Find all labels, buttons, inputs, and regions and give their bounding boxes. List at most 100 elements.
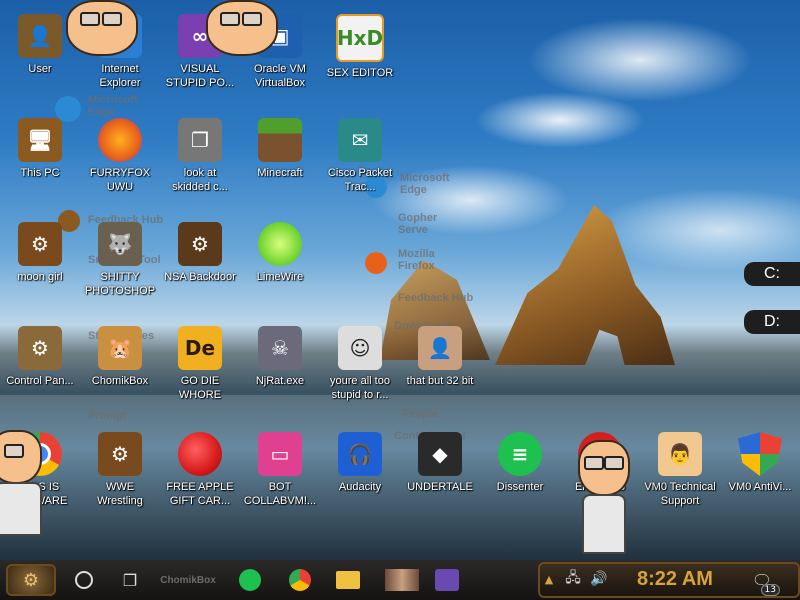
cartoon-character-top-middle: [200, 0, 280, 60]
desktop-icon-wwe[interactable]: ⚙ WWE Wrestling: [80, 432, 160, 508]
control-panel-icon: ⚙: [18, 326, 62, 370]
desktop-icon-label: ChomikBox: [91, 375, 149, 387]
desktop: Microsoft Edge Feedback Hub Snipping Too…: [0, 0, 800, 560]
desktop-icon-dissenter[interactable]: ≡ Dissenter: [480, 432, 560, 494]
desktop-icon-label: moon girl: [17, 271, 63, 283]
desktop-icon-hex-editor[interactable]: HxD SEX EDITOR: [320, 14, 400, 80]
desktop-icon-apple[interactable]: FREE APPLE GIFT CAR...: [160, 432, 240, 508]
ghost-label-people: People: [402, 408, 439, 420]
desktop-icon-vm0-antivirus[interactable]: VM0 AntiVi...: [720, 432, 800, 494]
taskbar-chrome[interactable]: [284, 564, 316, 596]
desktop-icon-stupid[interactable]: ☺ youre all too stupid to r...: [320, 326, 400, 402]
taskbar-file-explorer[interactable]: [332, 564, 364, 596]
portrait-icon: 👤: [418, 326, 462, 370]
desktop-icon-32bit[interactable]: 👤 that but 32 bit: [400, 326, 480, 388]
taskbar-clock[interactable]: 8:22 AM: [620, 565, 730, 593]
desktop-icon-njrat[interactable]: ☠ NjRat.exe: [240, 326, 320, 388]
chat-bubble-icon: ≡: [498, 432, 542, 476]
taskbar-photo-app[interactable]: [382, 564, 422, 596]
ghost-label-edge-2: Microsoft Edge: [400, 172, 450, 196]
steampunk-gear-icon: ⚙: [22, 569, 40, 591]
task-view-icon: ❐: [122, 570, 138, 590]
desktop-icon-label: This PC: [20, 167, 60, 179]
desktop-icon-label: VISUAL STUPID PO...: [165, 63, 235, 89]
support-person-icon: 👨: [658, 432, 702, 476]
desktop-icon-label: VM0 AntiVi...: [728, 481, 792, 493]
desktop-icon-chomikbox[interactable]: 🐹 ChomikBox: [80, 326, 160, 388]
drive-c-tag[interactable]: C:: [744, 262, 800, 286]
cartoon-character-bottom-center: [576, 440, 630, 558]
ghost-label-gopher: Gopher Serve: [398, 212, 438, 236]
pixel-face-icon: ☺: [338, 326, 382, 370]
desktop-icon-label: User: [28, 63, 52, 75]
desktop-icon-vm0-support[interactable]: 👨 VM0 Technical Support: [640, 432, 720, 508]
taskbar-dissenter[interactable]: [234, 564, 266, 596]
taskbar-chomikbox[interactable]: ChomikBox: [150, 564, 226, 596]
chrome-icon: [289, 569, 311, 591]
desktop-icon-label: VM0 Technical Support: [644, 481, 716, 507]
desktop-icon-label: Cisco Packet Trac...: [327, 167, 393, 193]
circle-search-icon: [75, 571, 93, 589]
desktop-icon-go-die[interactable]: De GO DIE WHORE: [160, 326, 240, 402]
desktop-icon-label: UNDERTALE: [407, 481, 473, 493]
taskbar-purple-app[interactable]: [430, 564, 464, 596]
network-icon: 🖧: [565, 570, 581, 586]
lime-icon: [258, 222, 302, 266]
task-view-button[interactable]: ❐: [116, 564, 144, 596]
desktop-icon-this-pc[interactable]: 🖥 This PC: [0, 118, 80, 180]
user-folder-icon: 👤: [18, 14, 62, 58]
desktop-icon-moon-girl[interactable]: ⚙ moon girl: [0, 222, 80, 284]
speaker-icon: 🔊: [590, 571, 608, 587]
desktop-icon-skidded[interactable]: ❐ look at skidded c...: [160, 118, 240, 194]
ghost-label-mozilla: Mozilla Firefox: [398, 248, 435, 272]
desktop-icon-label: Dissenter: [496, 481, 544, 493]
steampunk-gear-icon: ⚙: [178, 222, 222, 266]
volume-button[interactable]: 🔊: [588, 568, 610, 590]
desktop-icon-label: Oracle VM VirtualBox: [254, 63, 306, 89]
search-button[interactable]: [70, 564, 98, 596]
desktop-icon-limewire[interactable]: LimeWire: [240, 222, 320, 284]
desktop-icon-audacity[interactable]: 🎧 Audacity: [320, 432, 400, 494]
desktop-icon-label: youre all too stupid to r...: [330, 375, 390, 401]
desktop-icon-label: WWE Wrestling: [97, 481, 143, 507]
drive-d-tag[interactable]: D:: [744, 310, 800, 334]
monitor-icon: ▭: [258, 432, 302, 476]
firefox-ghost-icon: [365, 252, 387, 274]
desktop-icon-control-panel[interactable]: ⚙ Control Pan...: [0, 326, 80, 388]
desktop-icon-firefox[interactable]: FURRYFOX UWU: [80, 118, 160, 194]
chat-bubble-icon: [239, 569, 261, 591]
hamster-icon: 🐹: [98, 326, 142, 370]
desktop-icon-bot[interactable]: ▭ BOT COLLABVM!...: [240, 432, 320, 508]
desktop-icon-label: FURRYFOX UWU: [89, 167, 151, 193]
computer-icon: 🖥: [18, 118, 62, 162]
notification-center-button[interactable]: 🗨 13: [748, 566, 780, 596]
desktop-icon-nsa-backdoor[interactable]: ⚙ NSA Backdoor: [160, 222, 240, 284]
desktop-icon-label: Control Pan...: [6, 375, 74, 387]
purple-app-icon: [435, 569, 459, 591]
start-button[interactable]: ⚙: [6, 564, 56, 596]
desktop-icon-label: Audacity: [338, 481, 382, 493]
gimp-icon: 🐺: [98, 222, 142, 266]
apple-icon: [178, 432, 222, 476]
chevron-up-icon: ▲: [544, 572, 554, 586]
desktop-icon-label: GO DIE WHORE: [178, 375, 222, 401]
firefox-icon: [98, 118, 142, 162]
network-button[interactable]: 🖧: [562, 568, 584, 590]
desktop-icon-minecraft[interactable]: Minecraft: [240, 118, 320, 180]
adobe-de-icon: De: [178, 326, 222, 370]
notification-count-badge: 13: [760, 584, 780, 596]
folder-icon: [336, 571, 360, 589]
steampunk-box-icon: ⚙: [98, 432, 142, 476]
steampunk-box-icon: ⚙: [18, 222, 62, 266]
desktop-icon-gimp[interactable]: 🐺 SHITTY PHOTOSHOP: [80, 222, 160, 298]
photo-thumbnail-icon: [385, 569, 419, 591]
show-hidden-icons-button[interactable]: ▲: [542, 568, 556, 590]
desktop-icon-label: BOT COLLABVM!...: [243, 481, 317, 507]
chomikbox-label: ChomikBox: [160, 574, 216, 586]
desktop-icon-label: that but 32 bit: [406, 375, 474, 387]
desktop-icon-cisco[interactable]: ✉ Cisco Packet Trac...: [320, 118, 400, 194]
stacked-windows-icon: ❐: [178, 118, 222, 162]
desktop-icon-label: Minecraft: [257, 167, 303, 179]
desktop-icon-undertale[interactable]: ◆ UNDERTALE: [400, 432, 480, 494]
grass-block-icon: [258, 118, 302, 162]
